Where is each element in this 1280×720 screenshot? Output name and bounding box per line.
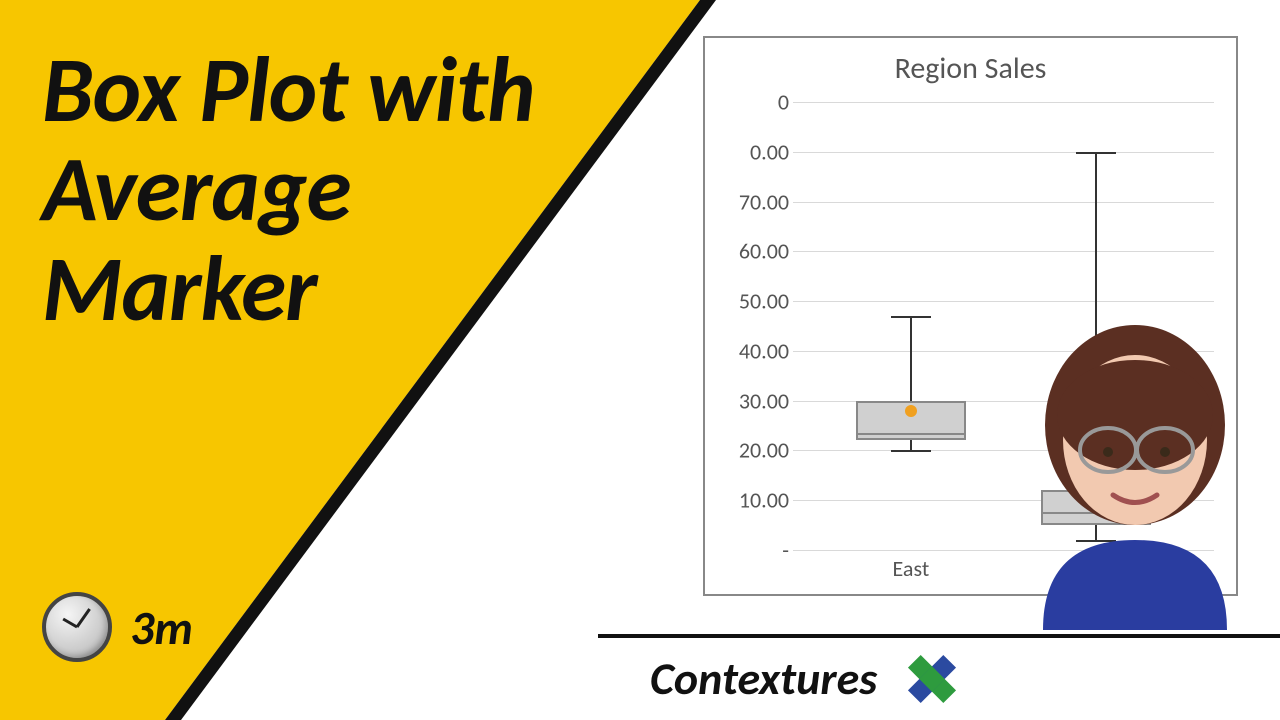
y-tick-label: 30.00 [729, 387, 789, 414]
y-tick-label: 0.00 [729, 138, 789, 165]
whisker-cap [891, 450, 931, 452]
brand-bar: Contextures [598, 634, 1280, 720]
y-tick-label: 70.00 [729, 188, 789, 215]
y-tick-label: 40.00 [729, 337, 789, 364]
title-line-1: Box Plot with [42, 40, 535, 139]
y-tick-label: 50.00 [729, 288, 789, 315]
whisker-lower [910, 440, 912, 450]
y-tick-label: 0 [729, 89, 789, 116]
y-tick-label: - [729, 537, 789, 564]
chart-title: Region Sales [705, 50, 1236, 87]
average-marker [905, 405, 917, 417]
duration-text: 3m [130, 598, 193, 657]
gridline [793, 102, 1214, 103]
clock-icon [42, 592, 112, 662]
y-tick-label: 10.00 [729, 487, 789, 514]
duration-badge: 3m [42, 592, 193, 662]
contextures-logo-icon [905, 652, 959, 706]
presenter-photo [1003, 310, 1268, 630]
gridline [793, 301, 1214, 302]
title-line-3: Marker [42, 239, 535, 338]
main-title: Box Plot with Average Marker [42, 40, 535, 338]
x-tick-label: East [893, 555, 930, 582]
y-tick-label: 60.00 [729, 238, 789, 265]
y-tick-label: 20.00 [729, 437, 789, 464]
brand-name: Contextures [650, 651, 877, 707]
whisker-upper [910, 316, 912, 401]
whisker-cap [1076, 152, 1116, 154]
whisker-cap [891, 316, 931, 318]
gridline [793, 202, 1214, 203]
median-line [858, 433, 964, 435]
title-line-2: Average [42, 139, 535, 238]
gridline [793, 152, 1214, 153]
gridline [793, 251, 1214, 252]
